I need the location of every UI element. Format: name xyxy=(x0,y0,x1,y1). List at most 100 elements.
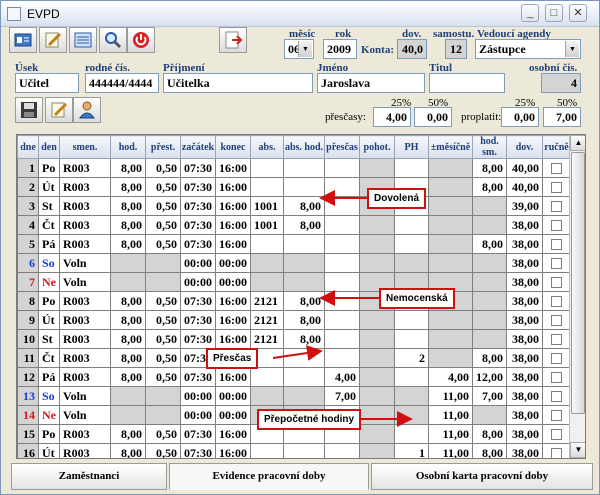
cell-pohot[interactable] xyxy=(359,367,395,387)
cell-rucne[interactable] xyxy=(542,253,571,273)
cell-abs[interactable] xyxy=(250,177,284,197)
cell-den[interactable]: Čt xyxy=(38,215,60,235)
cell-hodsm[interactable]: 8,00 xyxy=(472,348,507,368)
cell-hod[interactable]: 8,00 xyxy=(110,367,146,387)
cell-presc[interactable] xyxy=(324,158,360,178)
cell-dov[interactable]: 38,00 xyxy=(506,291,543,311)
cell-smen[interactable]: Voln xyxy=(59,253,111,273)
employee-card-button[interactable] xyxy=(9,27,37,53)
cell-zac[interactable]: 07:30 xyxy=(180,177,216,197)
cell-hod[interactable]: 8,00 xyxy=(110,424,146,444)
cell-mes[interactable]: 11,00 xyxy=(428,405,473,425)
cell-mes[interactable] xyxy=(428,329,473,349)
cell-prest[interactable] xyxy=(145,386,181,406)
usek-field[interactable]: Učitel xyxy=(15,73,79,93)
cell-zac[interactable]: 07:30 xyxy=(180,234,216,254)
power-button[interactable] xyxy=(127,27,155,53)
cell-prest[interactable]: 0,50 xyxy=(145,367,181,387)
edit-record-button[interactable] xyxy=(39,27,67,53)
cell-zac[interactable]: 07:30 xyxy=(180,196,216,216)
table-row[interactable]: 5 Pá R003 8,00 0,50 07:30 16:00 8,00 38,00 xyxy=(17,234,571,254)
cell-smen[interactable]: Voln xyxy=(59,405,111,425)
cell-smen[interactable]: R003 xyxy=(59,348,111,368)
cell-kon[interactable]: 16:00 xyxy=(215,310,251,330)
titul-field[interactable] xyxy=(429,73,505,93)
cell-hodsm[interactable]: 8,00 xyxy=(472,424,507,444)
cell-pohot[interactable] xyxy=(359,386,395,406)
cell-den[interactable]: Po xyxy=(38,291,60,311)
cell-smen[interactable]: Voln xyxy=(59,272,111,292)
cell-den[interactable]: Ne xyxy=(38,272,60,292)
cell-dne[interactable]: 10 xyxy=(17,329,39,349)
proplatit-50-field[interactable]: 7,00 xyxy=(543,107,581,127)
cell-ph[interactable] xyxy=(394,234,429,254)
cell-rucne[interactable] xyxy=(542,196,571,216)
scroll-thumb[interactable] xyxy=(571,152,585,414)
cell-den[interactable]: So xyxy=(38,253,60,273)
cell-hod[interactable] xyxy=(110,253,146,273)
cell-rucne[interactable] xyxy=(542,405,571,425)
cell-mes[interactable] xyxy=(428,196,473,216)
cell-zac[interactable]: 00:00 xyxy=(180,405,216,425)
cell-rucne[interactable] xyxy=(542,272,571,292)
scroll-up-icon[interactable]: ▲ xyxy=(570,135,585,151)
cell-abs[interactable]: 1001 xyxy=(250,215,284,235)
cell-mes[interactable] xyxy=(428,310,473,330)
cell-ph[interactable]: 1 xyxy=(394,443,429,458)
cell-kon[interactable]: 00:00 xyxy=(215,386,251,406)
cell-pohot[interactable] xyxy=(359,424,395,444)
cell-prest[interactable]: 0,50 xyxy=(145,348,181,368)
cell-abshod[interactable] xyxy=(283,443,325,458)
cell-dov[interactable]: 38,00 xyxy=(506,405,543,425)
cell-abs[interactable]: 2121 xyxy=(250,329,284,349)
table-row[interactable]: 9 Út R003 8,00 0,50 07:30 16:00 2121 8,00 38,00 xyxy=(17,310,571,330)
cell-prest[interactable] xyxy=(145,405,181,425)
cell-hodsm[interactable]: 7,00 xyxy=(472,386,507,406)
tab-zamestnanci[interactable]: Zaměstnanci xyxy=(11,463,167,490)
cell-dov[interactable]: 38,00 xyxy=(506,443,543,458)
cell-pohot[interactable] xyxy=(359,443,395,458)
cell-abshod[interactable]: 8,00 xyxy=(283,310,325,330)
cell-dne[interactable]: 3 xyxy=(17,196,39,216)
cell-smen[interactable]: R003 xyxy=(59,424,111,444)
cell-smen[interactable]: R003 xyxy=(59,215,111,235)
cell-rucne[interactable] xyxy=(542,158,571,178)
cell-den[interactable]: Čt xyxy=(38,348,60,368)
cell-dov[interactable]: 38,00 xyxy=(506,253,543,273)
person-button[interactable] xyxy=(73,97,101,123)
cell-dne[interactable]: 1 xyxy=(17,158,39,178)
cell-dne[interactable]: 5 xyxy=(17,234,39,254)
table-row[interactable]: 10 St R003 8,00 0,50 07:30 16:00 2121 8,00 38,00 xyxy=(17,329,571,349)
cell-prest[interactable]: 0,50 xyxy=(145,215,181,235)
cell-smen[interactable]: Voln xyxy=(59,386,111,406)
cell-abs[interactable] xyxy=(250,253,284,273)
cell-abs[interactable]: 2121 xyxy=(250,310,284,330)
cell-mes[interactable] xyxy=(428,215,473,235)
cell-dov[interactable]: 38,00 xyxy=(506,348,543,368)
cell-ph[interactable] xyxy=(394,329,429,349)
cell-den[interactable]: Út xyxy=(38,177,60,197)
cell-smen[interactable]: R003 xyxy=(59,234,111,254)
cell-prest[interactable]: 0,50 xyxy=(145,329,181,349)
cell-dov[interactable]: 38,00 xyxy=(506,215,543,235)
minimize-button[interactable]: _ xyxy=(521,4,539,22)
cell-hodsm[interactable]: 8,00 xyxy=(472,177,507,197)
table-row[interactable]: 11ČtR0038,000,5007:3016:0028,0038,00 xyxy=(17,348,571,368)
cell-den[interactable]: Po xyxy=(38,424,60,444)
cell-rucne[interactable] xyxy=(542,234,571,254)
cell-pohot[interactable] xyxy=(359,215,395,235)
rucne-checkbox[interactable] xyxy=(551,372,562,384)
cell-hod[interactable]: 8,00 xyxy=(110,291,146,311)
maximize-button[interactable]: □ xyxy=(545,4,563,22)
cell-abshod[interactable] xyxy=(283,386,325,406)
table-row[interactable]: 7 Ne Voln 00:00 00:00 38,00 xyxy=(17,272,571,292)
cell-rucne[interactable] xyxy=(542,424,571,444)
year-field[interactable]: 2009 xyxy=(323,39,357,59)
cell-dov[interactable]: 38,00 xyxy=(506,310,543,330)
rucne-checkbox[interactable] xyxy=(551,182,562,194)
cell-presc[interactable] xyxy=(324,234,360,254)
cell-zac[interactable]: 07:30 xyxy=(180,367,216,387)
cell-ph[interactable]: 2 xyxy=(394,348,429,368)
cell-dne[interactable]: 15 xyxy=(17,424,39,444)
title-bar[interactable]: EVPD _ □ ✕ xyxy=(1,1,599,27)
